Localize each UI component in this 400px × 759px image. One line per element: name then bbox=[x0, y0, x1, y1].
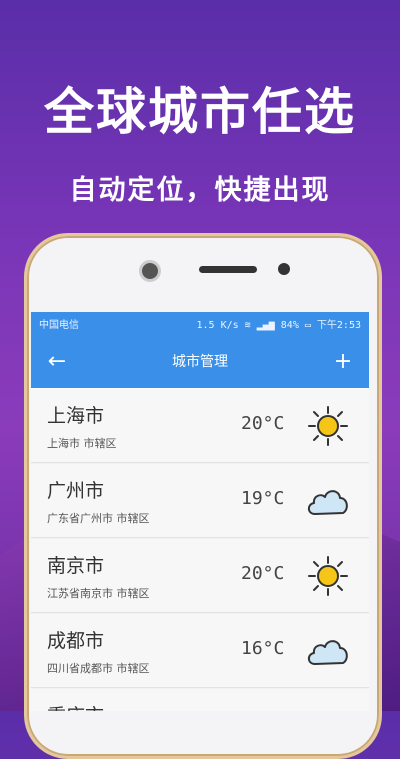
sun-icon bbox=[308, 556, 348, 596]
cloud-icon bbox=[307, 640, 348, 665]
city-row-shanghai[interactable]: 上海市 上海市 市辖区 20°C bbox=[31, 389, 369, 463]
city-region: 广东省广州市 市辖区 bbox=[47, 512, 150, 525]
city-list: 上海市 上海市 市辖区 20°C 广州市 广东省广州市 市辖区 19°C 南京市… bbox=[31, 389, 369, 711]
promo-subline: 自动定位，快捷出现 bbox=[69, 175, 331, 206]
city-temp: 20°C bbox=[241, 413, 285, 434]
city-row-guangzhou[interactable]: 广州市 广东省广州市 市辖区 19°C bbox=[31, 464, 369, 538]
promo-headline: 全球城市任选 bbox=[44, 83, 356, 141]
phone-screen: 中国电信 1.5 K/s ≋ ▂▄▆ 84% ▭ 下午2:53 ← 城市管理 +… bbox=[31, 312, 369, 711]
cloud-icon bbox=[307, 490, 348, 515]
city-row-nanjing[interactable]: 南京市 江苏省南京市 市辖区 20°C bbox=[31, 539, 369, 613]
city-name: 上海市 bbox=[47, 405, 105, 427]
city-region: 四川省成都市 市辖区 bbox=[47, 662, 150, 675]
city-name: 成都市 bbox=[47, 630, 105, 652]
city-row-chengdu[interactable]: 成都市 四川省成都市 市辖区 16°C bbox=[31, 614, 369, 688]
city-name: 南京市 bbox=[47, 555, 105, 577]
city-region: 江苏省南京市 市辖区 bbox=[47, 587, 150, 600]
page-title: 城市管理 bbox=[172, 354, 228, 370]
carrier-label: 中国电信 bbox=[39, 319, 79, 331]
status-bar: 中国电信 1.5 K/s ≋ ▂▄▆ 84% ▭ 下午2:53 bbox=[31, 312, 369, 334]
city-row-chongqing[interactable]: 重庆市 bbox=[31, 689, 369, 711]
city-name: 重庆市 bbox=[47, 701, 104, 711]
add-city-button[interactable]: + bbox=[329, 349, 357, 374]
city-region: 上海市 市辖区 bbox=[47, 437, 117, 450]
city-temp: 19°C bbox=[241, 488, 285, 509]
city-temp: 16°C bbox=[241, 638, 285, 659]
front-sensor bbox=[278, 263, 290, 275]
speaker-grille bbox=[199, 266, 257, 273]
city-temp: 20°C bbox=[241, 563, 285, 584]
city-name: 广州市 bbox=[47, 480, 105, 502]
status-right: 1.5 K/s ≋ ▂▄▆ 84% ▭ 下午2:53 bbox=[196, 319, 362, 331]
back-arrow-icon[interactable]: ← bbox=[43, 349, 71, 374]
camera-icon bbox=[139, 260, 161, 282]
sun-icon bbox=[308, 406, 348, 446]
app-bar: ← 城市管理 + bbox=[31, 334, 369, 388]
